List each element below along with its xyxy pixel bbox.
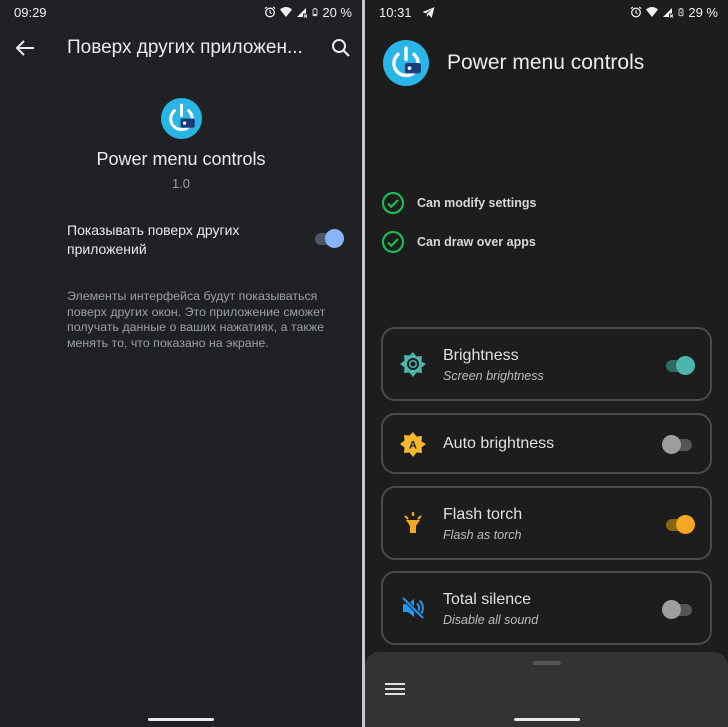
brightness-icon <box>400 352 426 377</box>
bottom-sheet-drag-handle[interactable] <box>533 661 561 665</box>
toggle-thumb <box>325 229 344 248</box>
control-card-flash-torch[interactable]: Flash torch Flash as torch <box>381 486 712 560</box>
control-title: Brightness <box>443 347 519 364</box>
battery-icon <box>312 8 318 17</box>
status-time: 09:29 <box>14 4 47 20</box>
control-subtitle: Screen brightness <box>443 369 544 383</box>
permission-description: Элементы интерфейса будут показываться п… <box>67 289 326 350</box>
toggle-thumb <box>662 600 681 619</box>
app-title: Power menu controls <box>447 51 645 74</box>
flash-torch-toggle[interactable] <box>664 514 696 534</box>
status-time: 10:31 <box>379 4 412 20</box>
power-menu-app-icon <box>161 98 202 139</box>
display-over-other-apps-setting[interactable]: Показывать поверх других приложений <box>67 221 347 265</box>
gesture-navigation-bar[interactable] <box>148 718 214 721</box>
check-circle-icon <box>381 230 405 254</box>
check-circle-icon <box>381 191 405 215</box>
toggle-thumb <box>662 435 681 454</box>
app-version: 1.0 <box>171 176 191 191</box>
brightness-toggle[interactable] <box>664 355 696 375</box>
alarm-icon <box>630 6 642 18</box>
total-silence-toggle[interactable] <box>662 599 696 619</box>
permission-label: Can modify settings <box>417 196 537 210</box>
hamburger-menu-icon[interactable] <box>385 683 405 699</box>
app-name: Power menu controls <box>96 149 266 169</box>
right-screen-power-menu-controls: 10:31 29 % Power menu controls Can modif… <box>365 0 728 727</box>
auto-brightness-icon: A <box>400 432 426 457</box>
auto-brightness-toggle[interactable] <box>662 434 696 454</box>
wifi-icon <box>280 7 293 17</box>
power-menu-app-icon <box>383 40 429 86</box>
cell-signal-icon <box>297 8 308 18</box>
battery-charging-icon <box>678 8 684 17</box>
control-subtitle: Flash as torch <box>443 528 522 542</box>
control-title: Total silence <box>443 591 532 608</box>
bottom-sheet[interactable] <box>365 652 728 727</box>
overlay-permission-toggle[interactable] <box>313 228 345 248</box>
svg-text:A: A <box>409 440 417 452</box>
control-title: Flash torch <box>443 506 523 523</box>
battery-percentage: 20 % <box>322 4 352 20</box>
left-screen-overlay-permission: 09:29 20 % Поверх других приложен... Pow… <box>0 0 362 727</box>
control-subtitle: Disable all sound <box>443 613 539 627</box>
permission-modify-settings: Can modify settings <box>381 190 536 216</box>
status-bar: 09:29 20 % <box>0 0 362 24</box>
telegram-icon <box>422 6 435 18</box>
permission-draw-over-apps: Can draw over apps <box>381 229 536 255</box>
gesture-navigation-bar[interactable] <box>514 718 580 721</box>
cell-signal-icon <box>663 8 674 18</box>
control-card-total-silence[interactable]: Total silence Disable all sound <box>381 571 712 645</box>
app-bar: Поверх других приложен... <box>0 28 362 68</box>
status-bar: 10:31 29 % <box>365 0 728 24</box>
control-card-brightness[interactable]: Brightness Screen brightness <box>381 327 712 401</box>
arrow-left-icon[interactable] <box>14 38 36 58</box>
search-icon[interactable] <box>330 37 352 59</box>
wifi-icon <box>646 7 659 17</box>
toggle-thumb <box>676 356 695 375</box>
setting-label: Показывать поверх других приложений <box>67 222 240 257</box>
permission-label: Can draw over apps <box>417 235 536 249</box>
flashlight-icon <box>404 512 422 533</box>
alarm-icon <box>264 6 276 18</box>
volume-off-icon <box>401 596 425 620</box>
page-title: Поверх других приложен... <box>67 37 303 58</box>
toggle-thumb <box>676 515 695 534</box>
control-card-auto-brightness[interactable]: A Auto brightness <box>381 413 712 474</box>
battery-percentage: 29 % <box>688 4 718 20</box>
control-title: Auto brightness <box>443 435 555 452</box>
